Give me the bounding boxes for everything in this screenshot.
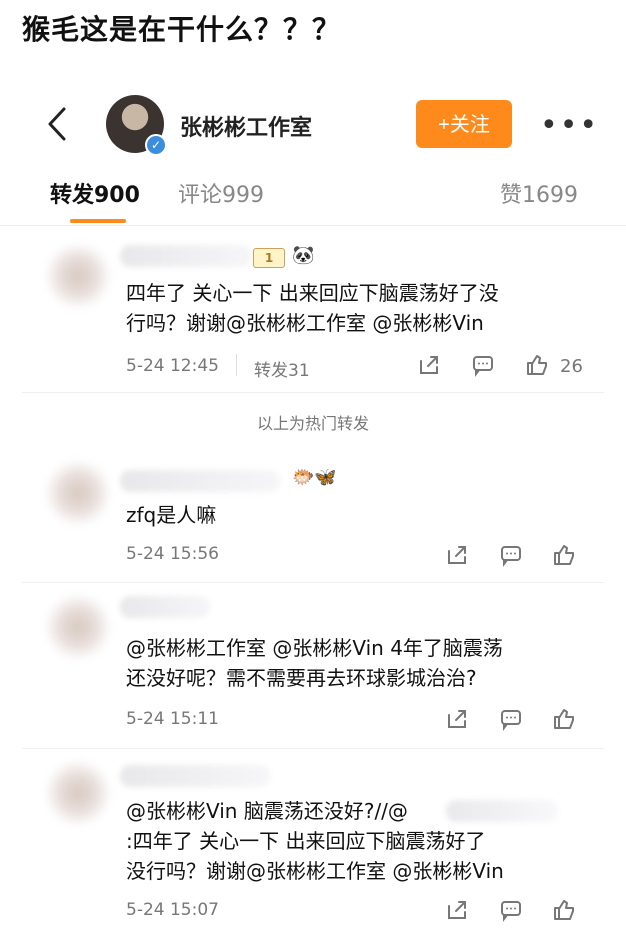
account-name[interactable]: 张彬彬工作室 (180, 110, 312, 142)
post-text-line-2: 还没好呢？需不需要再去环球影城治治? (126, 666, 477, 690)
post-text-line-3: 没行吗？谢谢@张彬彬工作室 @张彬彬Vin (126, 859, 504, 883)
meta-separator (236, 354, 237, 376)
back-arrow-icon[interactable] (40, 104, 76, 144)
user-avatar[interactable] (45, 243, 111, 309)
share-icon[interactable] (445, 707, 469, 731)
tab-comments[interactable]: 评论999 (178, 177, 264, 209)
follow-button[interactable]: +关注 (416, 100, 512, 148)
panda-emoji: 🐼 (292, 245, 315, 266)
post-text-line-2: :四年了 关心一下 出来回应下脑震荡好了 (126, 829, 486, 853)
decorative-emoji: 🐡🦋 (292, 467, 337, 488)
share-icon[interactable] (417, 353, 441, 377)
like-count: 26 (560, 356, 583, 377)
user-avatar[interactable] (45, 594, 111, 660)
blurred-username (120, 470, 280, 492)
blurred-username (120, 765, 270, 787)
post-time: 5-24 15:07 (126, 900, 219, 920)
like-icon[interactable] (552, 898, 576, 922)
share-icon[interactable] (445, 898, 469, 922)
post-time: 5-24 12:45 (126, 356, 219, 376)
comment-icon[interactable] (499, 707, 523, 731)
hot-reposts-divider: 以上为热门转发 (256, 414, 369, 433)
blurred-mention (446, 800, 558, 822)
active-tab-indicator (70, 219, 126, 223)
post-text-line-2: 行吗？谢谢@张彬彬工作室 @张彬彬Vin (126, 311, 484, 335)
post-text-line-1: zfq是人嘛 (126, 503, 217, 527)
blurred-username (120, 596, 210, 618)
repost-count: 转发31 (254, 361, 310, 381)
post-divider (22, 748, 604, 749)
tab-likes[interactable]: 赞1699 (500, 177, 578, 209)
post-time: 5-24 15:11 (126, 709, 219, 729)
tab-reposts[interactable]: 转发900 (50, 177, 140, 209)
caption-title: 猴毛这是在干什么？？？ (22, 13, 342, 46)
weibo-header: ✓ 张彬彬工作室 +关注 ••• (0, 90, 626, 160)
blurred-username (120, 245, 252, 267)
comment-icon[interactable] (499, 898, 523, 922)
like-icon[interactable] (552, 543, 576, 567)
user-avatar[interactable] (45, 460, 111, 526)
share-icon[interactable] (445, 543, 469, 567)
post-text-line-1: @张彬彬工作室 @张彬彬Vin 4年了脑震荡 (126, 636, 503, 660)
post-time: 5-24 15:56 (126, 544, 219, 564)
post-text-line-1: 四年了 关心一下 出来回应下脑震荡好了没 (126, 281, 499, 305)
section-divider (22, 392, 604, 393)
post-divider (22, 582, 604, 583)
like-icon[interactable] (552, 707, 576, 731)
member-badge: 1 (253, 248, 285, 268)
user-avatar[interactable] (45, 760, 111, 826)
like-icon[interactable] (525, 353, 549, 377)
comment-icon[interactable] (499, 543, 523, 567)
comment-icon[interactable] (471, 353, 495, 377)
more-options-icon[interactable]: ••• (540, 108, 599, 143)
verified-icon: ✓ (145, 134, 167, 156)
interaction-tabs: 转发900 评论999 赞1699 (0, 165, 626, 226)
